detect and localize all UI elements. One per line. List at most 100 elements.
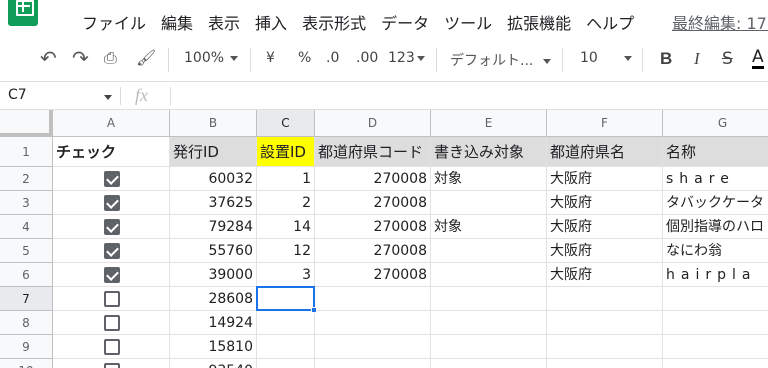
column-header-d[interactable]: D [315, 110, 431, 137]
column-header-b[interactable]: B [170, 110, 257, 137]
cell-d2[interactable]: 270008 [315, 167, 431, 191]
cell-f7[interactable] [547, 287, 663, 311]
cell-c3[interactable]: 2 [257, 191, 315, 215]
menu-item-3[interactable]: 挿入 [255, 10, 287, 34]
cell-e6[interactable] [431, 263, 547, 287]
cell-f10[interactable] [547, 359, 663, 368]
row-header-1[interactable]: 1 [0, 137, 53, 167]
cell-d6[interactable]: 270008 [315, 263, 431, 287]
cell-e8[interactable] [431, 311, 547, 335]
italic-button[interactable]: I [694, 49, 700, 69]
menu-item-2[interactable]: 表示 [208, 10, 240, 34]
print-icon[interactable]: ⎙ [104, 48, 117, 68]
cell-g2[interactable]: share [663, 167, 768, 191]
cell-g7[interactable] [663, 287, 768, 311]
header-cell-g[interactable]: 名称 [663, 137, 768, 167]
zoom-select[interactable]: 100% [184, 50, 239, 66]
cell-b5[interactable]: 55760 [170, 239, 257, 263]
cell-c2[interactable]: 1 [257, 167, 315, 191]
cell-b9[interactable]: 15810 [170, 335, 257, 359]
redo-icon[interactable]: ↷ [72, 48, 89, 68]
cell-c5[interactable]: 12 [257, 239, 315, 263]
checkbox-icon[interactable] [103, 291, 120, 307]
cell-g4[interactable]: 個別指導のハロ [663, 215, 768, 239]
menu-item-1[interactable]: 編集 [161, 10, 193, 34]
cell-e5[interactable] [431, 239, 547, 263]
font-family-select[interactable]: デフォルト... [450, 50, 552, 70]
cell-g10[interactable] [663, 359, 768, 368]
cell-f9[interactable] [547, 335, 663, 359]
cell-f3[interactable]: 大阪府 [547, 191, 663, 215]
cell-b6[interactable]: 39000 [170, 263, 257, 287]
menu-item-7[interactable]: 拡張機能 [507, 10, 571, 34]
currency-format-button[interactable]: ¥ [266, 50, 275, 66]
menu-item-8[interactable]: ヘルプ [586, 10, 634, 34]
cell-c6[interactable]: 3 [257, 263, 315, 287]
last-edit-link[interactable]: 最終編集: 17 分 [672, 10, 768, 34]
undo-icon[interactable]: ↶ [40, 48, 57, 68]
cell-b7[interactable]: 28608 [170, 287, 257, 311]
column-header-c[interactable]: C [257, 110, 315, 137]
cell-e2[interactable]: 対象 [431, 167, 547, 191]
fill-handle[interactable] [311, 307, 317, 313]
cell-f8[interactable] [547, 311, 663, 335]
strikethrough-button[interactable]: S [722, 49, 733, 69]
cell-f5[interactable]: 大阪府 [547, 239, 663, 263]
column-header-e[interactable]: E [431, 110, 547, 137]
row-header-7[interactable]: 7 [0, 287, 53, 311]
cell-c10[interactable] [257, 359, 315, 368]
cell-d5[interactable]: 270008 [315, 239, 431, 263]
checkbox-icon[interactable] [103, 339, 120, 355]
header-cell-e[interactable]: 書き込み対象 [431, 137, 547, 167]
menu-item-4[interactable]: 表示形式 [302, 10, 366, 34]
column-header-a[interactable]: A [53, 110, 170, 137]
cell-d8[interactable] [315, 311, 431, 335]
sheets-logo-icon[interactable] [8, 0, 38, 26]
cell-d4[interactable]: 270008 [315, 215, 431, 239]
cell-d10[interactable] [315, 359, 431, 368]
cell-b4[interactable]: 79284 [170, 215, 257, 239]
active-cell-selection[interactable] [256, 286, 315, 311]
name-box-caret-icon[interactable] [104, 95, 112, 100]
cell-d9[interactable] [315, 335, 431, 359]
cell-g5[interactable]: なにわ翁 [663, 239, 768, 263]
font-size-select[interactable]: 10 [580, 50, 632, 66]
increase-decimal-button[interactable]: .00 [356, 50, 378, 66]
cell-g3[interactable]: タバックケータ [663, 191, 768, 215]
cell-b8[interactable]: 14924 [170, 311, 257, 335]
decrease-decimal-button[interactable]: .0 [326, 50, 339, 66]
column-header-f[interactable]: F [547, 110, 663, 137]
cell-f2[interactable]: 大阪府 [547, 167, 663, 191]
row-header-10[interactable]: 10 [0, 359, 53, 368]
text-color-button[interactable]: A [752, 48, 764, 69]
cell-e7[interactable] [431, 287, 547, 311]
checkbox-icon[interactable] [103, 315, 120, 331]
menu-item-0[interactable]: ファイル [82, 10, 146, 34]
checkbox-icon[interactable] [103, 195, 120, 211]
cell-e3[interactable] [431, 191, 547, 215]
cell-b10[interactable]: 93540 [170, 359, 257, 368]
cell-c9[interactable] [257, 335, 315, 359]
cell-d3[interactable]: 270008 [315, 191, 431, 215]
select-all-corner[interactable] [0, 110, 53, 137]
checkbox-icon[interactable] [103, 243, 120, 259]
cell-e4[interactable]: 対象 [431, 215, 547, 239]
more-formats-select[interactable]: 123 [388, 50, 425, 66]
header-cell-d[interactable]: 都道府県コード [315, 137, 431, 167]
header-cell-f[interactable]: 都道府県名 [547, 137, 663, 167]
cell-c8[interactable] [257, 311, 315, 335]
checkbox-icon[interactable] [103, 363, 120, 368]
cell-g6[interactable]: hairpla [663, 263, 768, 287]
menu-item-6[interactable]: ツール [444, 10, 492, 34]
header-cell-b[interactable]: 発行ID [170, 137, 257, 167]
cell-g9[interactable] [663, 335, 768, 359]
row-header-4[interactable]: 4 [0, 215, 53, 239]
cell-e10[interactable] [431, 359, 547, 368]
checkbox-icon[interactable] [103, 171, 120, 187]
cell-g8[interactable] [663, 311, 768, 335]
checkbox-icon[interactable] [103, 219, 120, 235]
menu-item-5[interactable]: データ [381, 10, 429, 34]
row-header-2[interactable]: 2 [0, 167, 53, 191]
cell-f4[interactable]: 大阪府 [547, 215, 663, 239]
cell-e9[interactable] [431, 335, 547, 359]
